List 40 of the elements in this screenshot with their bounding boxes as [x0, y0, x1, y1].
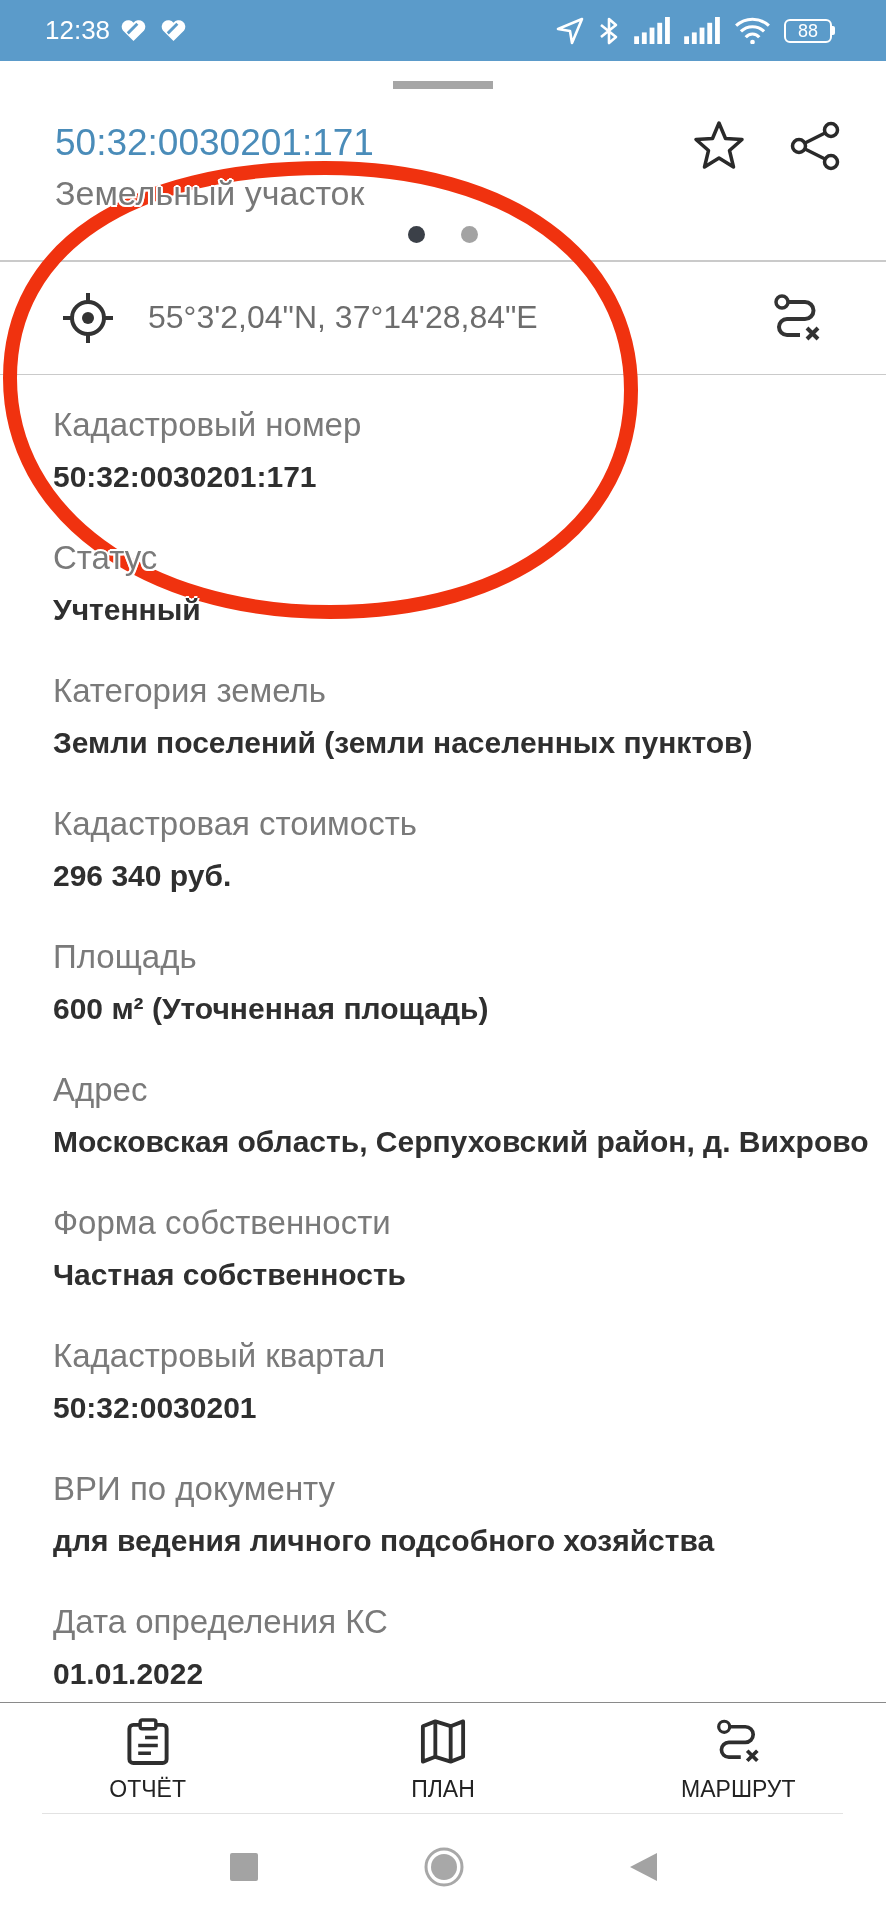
- field-label: ВРИ по документу: [53, 1469, 336, 1509]
- route-icon[interactable]: [772, 292, 822, 343]
- heart-icon: [120, 19, 148, 42]
- wifi-icon: [734, 17, 771, 44]
- coordinates-text: 55°3'2,04"N, 37°14'28,84"E: [148, 299, 538, 336]
- map-icon: [420, 1718, 466, 1765]
- field-value: 296 340 руб.: [53, 858, 232, 894]
- parcel-number-title: 50:32:0030201:171: [55, 121, 375, 165]
- crosshair-icon[interactable]: [61, 290, 115, 345]
- field-label: Дата определения КС: [53, 1602, 388, 1642]
- field-label: Кадастровая стоимость: [53, 804, 417, 844]
- route-icon: [715, 1718, 762, 1765]
- drag-handle[interactable]: [393, 81, 493, 89]
- signal-icon: [634, 17, 671, 44]
- share-icon[interactable]: [789, 120, 841, 172]
- plan-button[interactable]: ПЛАН: [405, 1703, 481, 1813]
- field-value: Частная собственность: [53, 1257, 407, 1293]
- field-value: Земли поселений (земли населенных пунктов): [53, 725, 753, 761]
- field-value: для ведения личного подсобного хозяйства: [53, 1523, 715, 1559]
- location-arrow-icon: [556, 16, 584, 45]
- field-label: Кадастровый номер: [53, 405, 362, 445]
- field-value: Учтенный: [53, 592, 201, 628]
- field-label: Форма собственности: [53, 1203, 391, 1243]
- route-button[interactable]: МАРШРУТ: [675, 1703, 802, 1813]
- field-label: Адрес: [53, 1070, 148, 1110]
- battery-indicator: 88: [784, 18, 835, 43]
- star-icon[interactable]: [693, 120, 745, 170]
- field-label: Кадастровый квартал: [53, 1336, 386, 1376]
- report-button[interactable]: ОТЧЁТ: [103, 1703, 192, 1813]
- field-value: 600 м² (Уточненная площадь): [53, 991, 489, 1027]
- field-label: Площадь: [53, 937, 197, 977]
- field-value: 50:32:0030201: [53, 1390, 257, 1426]
- field-label: Категория земель: [53, 671, 326, 711]
- field-value: Московская область, Серпуховский район, д. Вихрово: [53, 1124, 869, 1160]
- field-value: 50:32:0030201:171: [53, 459, 317, 495]
- heart-icon: [160, 19, 188, 42]
- clipboard-icon: [124, 1718, 171, 1765]
- status-time: 12:38: [45, 15, 111, 46]
- field-value: 01.01.2022: [53, 1656, 204, 1692]
- signal-icon: [684, 17, 721, 44]
